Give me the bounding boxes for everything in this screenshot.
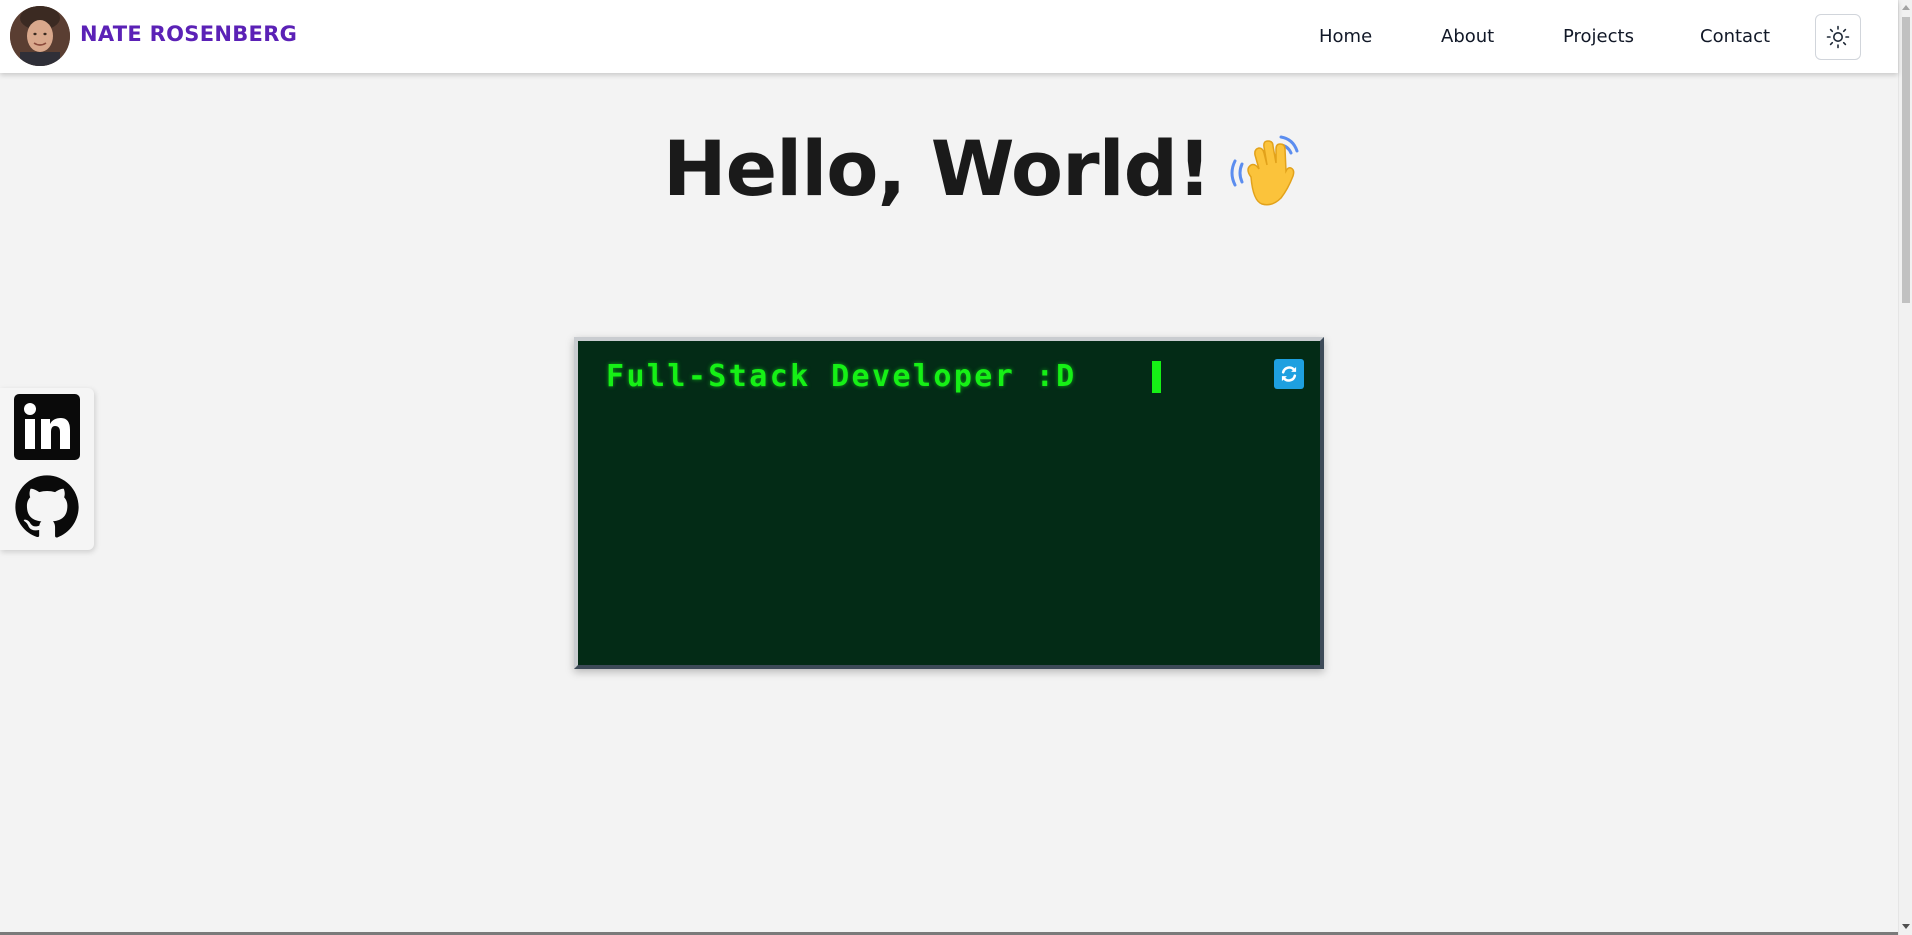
navbar: NATE ROSENBERG Home About Projects Conta… (0, 0, 1898, 73)
theme-toggle-button[interactable] (1815, 14, 1861, 60)
social-sidebar (0, 388, 94, 550)
github-icon[interactable] (14, 474, 80, 540)
nav-home[interactable]: Home (1319, 26, 1372, 47)
scroll-down-icon[interactable] (1902, 924, 1910, 929)
scroll-thumb[interactable] (1902, 17, 1910, 303)
scroll-up-icon[interactable] (1902, 5, 1910, 10)
brand-name[interactable]: NATE ROSENBERG (80, 22, 297, 46)
waving-hand-icon (1230, 135, 1299, 206)
hero: Hello, World! (663, 118, 1305, 218)
terminal-window: Full-Stack Developer :D (574, 337, 1324, 669)
hero-title: Hello, World! (663, 123, 1212, 213)
profile-photo-icon (10, 6, 70, 66)
avatar[interactable] (10, 6, 70, 66)
nav-about[interactable]: About (1441, 26, 1494, 47)
terminal-cursor (1152, 361, 1161, 393)
terminal-typed-text: Full-Stack Developer :D (606, 359, 1077, 394)
refresh-icon (1281, 366, 1297, 382)
nav-contact[interactable]: Contact (1700, 26, 1770, 47)
sun-icon (1826, 25, 1850, 49)
refresh-button[interactable] (1274, 359, 1304, 389)
linkedin-icon[interactable] (14, 394, 80, 460)
nav-projects[interactable]: Projects (1563, 26, 1634, 47)
page-scrollbar[interactable] (1898, 0, 1912, 935)
